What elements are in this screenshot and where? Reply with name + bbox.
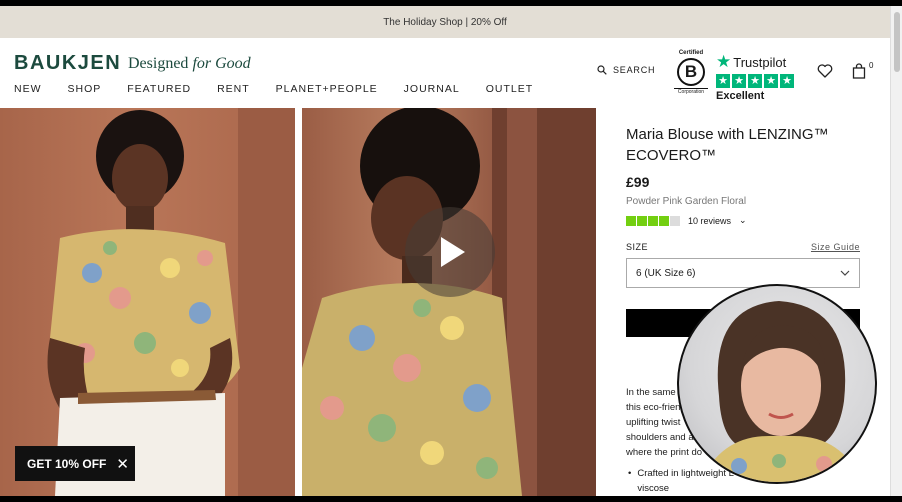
close-icon[interactable]: ✕ [116, 455, 129, 473]
scrollbar-thumb[interactable] [894, 12, 900, 72]
bcorp-logo: B [677, 58, 705, 86]
tagline-italic: for Good [192, 55, 251, 72]
rating-star [626, 215, 636, 226]
bcorp-corporation: Corporation [674, 88, 708, 95]
cart-count: 0 [869, 61, 874, 70]
webcam-overlay [677, 284, 877, 484]
rating-stars [626, 215, 680, 226]
bullet-line: viscose [637, 483, 670, 494]
bcorp-badge[interactable]: Certified B Corporation [674, 50, 708, 95]
trustpilot-name: Trustpilot [733, 54, 787, 70]
product-color: Powder Pink Garden Floral [626, 196, 747, 207]
reviews-summary[interactable]: 10 reviews ⌄ [626, 215, 860, 226]
trustpilot-widget[interactable]: ★ Trustpilot ★ ★ ★ ★ ★ Excellent [716, 52, 794, 102]
rating-star [659, 215, 669, 226]
search-button[interactable]: SEARCH [597, 65, 655, 75]
brand-tagline: Designed for Good [128, 55, 251, 73]
rating-star [637, 215, 647, 226]
page-frame: The Holiday Shop | 20% Off BAUKJEN Desig… [0, 6, 902, 496]
tagline-prefix: Designed [128, 55, 189, 72]
size-guide-link[interactable]: Size Guide [811, 242, 860, 252]
discount-offer-button[interactable]: GET 10% OFF ✕ [15, 446, 135, 481]
size-row: SIZE Size Guide [626, 242, 860, 252]
brand-logo[interactable]: BAUKJEN [14, 52, 121, 75]
rating-star [670, 215, 680, 226]
nav-item-featured[interactable]: FEATURED [127, 83, 191, 95]
nav-item-new[interactable]: NEW [14, 83, 42, 95]
trustpilot-stars: ★ ★ ★ ★ ★ [716, 74, 794, 88]
model-photo-1 [47, 108, 295, 496]
presenter-photo [700, 301, 863, 482]
bullet-text: Crafted in lightweight L viscose [637, 466, 734, 496]
product-image-1[interactable] [0, 108, 295, 496]
reviews-count[interactable]: 10 reviews [688, 216, 731, 226]
chevron-down-icon [840, 270, 850, 276]
promo-text[interactable]: The Holiday Shop | 20% Off [383, 17, 507, 28]
heart-icon[interactable] [817, 64, 833, 78]
product-price: £99 [626, 174, 650, 190]
page-scrollbar[interactable] [890, 6, 902, 496]
trustpilot-star: ★ [780, 74, 794, 88]
bullet-dot: • [628, 468, 632, 479]
product-image-2[interactable] [302, 108, 596, 496]
size-select[interactable]: 6 (UK Size 6) [626, 258, 860, 288]
offer-label[interactable]: GET 10% OFF [27, 457, 106, 471]
rating-star [648, 215, 658, 226]
nav-item-planet-people[interactable]: PLANET+PEOPLE [276, 83, 378, 95]
search-label: SEARCH [613, 65, 656, 75]
trustpilot-name-row: ★ Trustpilot [716, 52, 794, 72]
size-selected: 6 (UK Size 6) [636, 267, 696, 279]
trustpilot-star: ★ [716, 74, 730, 88]
main-nav: NEW SHOP FEATURED RENT PLANET+PEOPLE JOU… [14, 83, 559, 95]
product-title: Maria Blouse with LENZING™ ECOVERO™ [626, 126, 829, 164]
nav-item-journal[interactable]: JOURNAL [404, 83, 460, 95]
bcorp-certified: Certified [678, 50, 704, 56]
bullet-line: Crafted in lightweight L [637, 468, 734, 479]
trustpilot-star: ★ [764, 74, 778, 88]
trustpilot-rating-word: Excellent [716, 90, 765, 102]
model-photo-2 [302, 108, 596, 496]
trustpilot-star-icon: ★ [716, 52, 732, 71]
trustpilot-star: ★ [748, 74, 762, 88]
nav-item-rent[interactable]: RENT [217, 83, 250, 95]
bag-icon[interactable] [852, 63, 866, 79]
size-label: SIZE [626, 242, 649, 252]
chevron-down-icon: ⌄ [739, 215, 747, 225]
nav-item-shop[interactable]: SHOP [68, 83, 102, 95]
site-header: BAUKJEN Designed for Good NEW SHOP FEATU… [0, 38, 890, 108]
search-icon [597, 65, 607, 75]
trustpilot-star: ★ [732, 74, 746, 88]
promo-banner[interactable]: The Holiday Shop | 20% Off [0, 6, 890, 38]
nav-item-outlet[interactable]: OUTLET [486, 83, 533, 95]
play-video-button[interactable] [405, 207, 495, 297]
